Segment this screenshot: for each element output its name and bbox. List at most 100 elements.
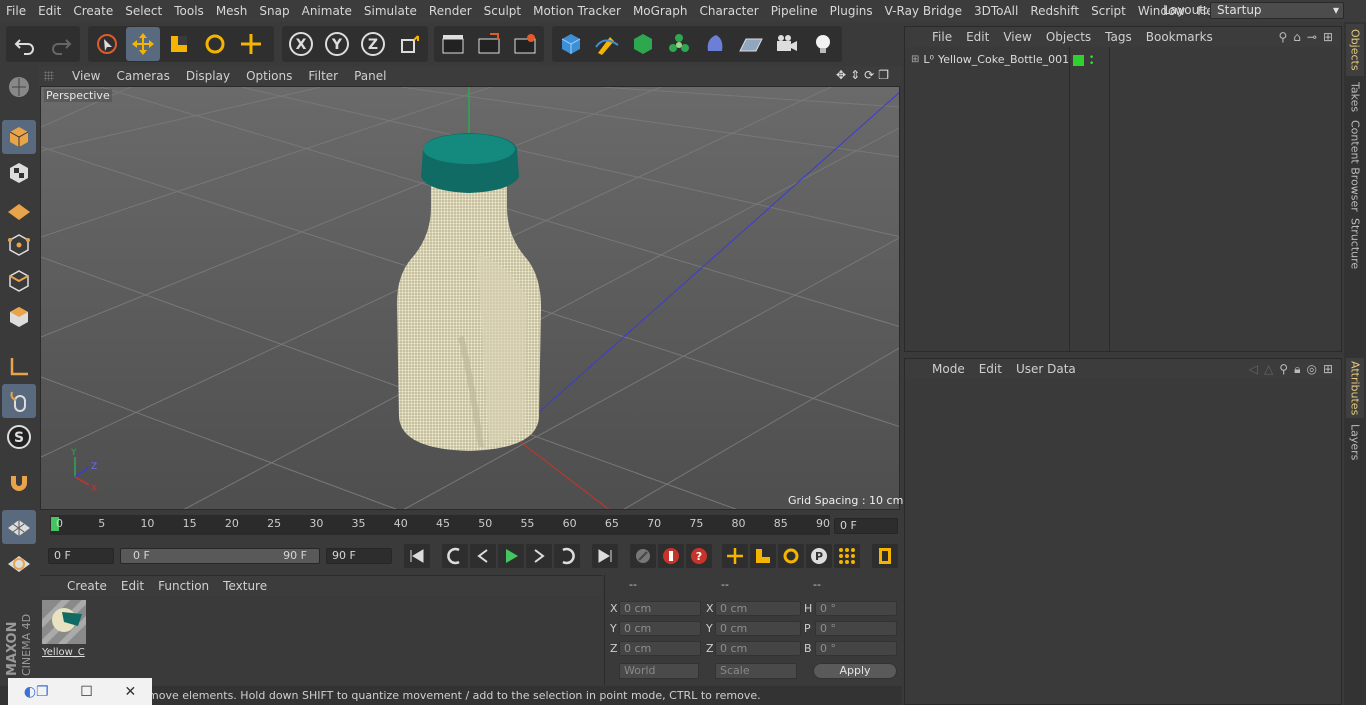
menu-edit[interactable]: Edit [32,4,67,18]
expand-icon[interactable]: ⊞ [911,54,919,65]
menu-mesh[interactable]: Mesh [210,4,254,18]
size-z-field[interactable]: 0 cm [715,641,801,656]
size-x-field[interactable]: 0 cm [715,601,801,616]
cube-primitive-icon[interactable] [554,27,588,61]
menu-select[interactable]: Select [119,4,168,18]
toggle-view-icon[interactable]: ❐ [878,68,889,84]
menu-sculpt[interactable]: Sculpt [478,4,527,18]
subdivision-surface-icon[interactable] [626,27,660,61]
menu-character[interactable]: Character [693,4,764,18]
object-menu-file[interactable]: File [925,30,959,44]
start-frame-field[interactable]: 0 F [48,548,114,564]
rot-b-field[interactable]: 0 ° [815,641,897,656]
rotate-tool-icon[interactable] [198,27,232,61]
undo-icon[interactable] [8,27,42,61]
lock-icon[interactable]: 🔒︎ [1294,362,1300,377]
viewport-menu-view[interactable]: View [64,69,108,83]
home-icon[interactable]: ⌂ [1293,30,1301,44]
object-menu-edit[interactable]: Edit [959,30,996,44]
tab-objects[interactable]: Objects [1346,24,1364,76]
camera-icon[interactable] [770,27,804,61]
tab-content-browser[interactable]: Content Browser [1346,120,1364,212]
object-menu-bookmarks[interactable]: Bookmarks [1139,30,1220,44]
timeline-ruler[interactable]: 0 5 10 15 20 25 30 35 40 45 50 55 60 65 70 75 80 85 90 [50,515,830,535]
coordinate-system-icon[interactable] [392,27,426,61]
pos-z-field[interactable]: 0 cm [619,641,701,656]
workplane-mode-icon[interactable] [2,192,36,226]
object-menu-view[interactable]: View [996,30,1038,44]
coordinate-space-select[interactable]: World [619,663,699,679]
menu-redshift[interactable]: Redshift [1024,4,1085,18]
next-key-icon[interactable] [554,544,580,568]
attribute-menu-edit[interactable]: Edit [972,362,1009,376]
pos-y-field[interactable]: 0 cm [619,621,701,636]
material-menu-texture[interactable]: Texture [216,579,274,593]
object-menu-objects[interactable]: Objects [1039,30,1098,44]
render-settings-icon[interactable] [508,27,542,61]
record-active-objects-icon[interactable] [658,544,684,568]
menu-motion-tracker[interactable]: Motion Tracker [527,4,627,18]
texture-mode-icon[interactable] [2,156,36,190]
menu-animate[interactable]: Animate [296,4,358,18]
material-menu-edit[interactable]: Edit [114,579,151,593]
model-mode-icon[interactable] [2,120,36,154]
x-axis-icon[interactable]: X [284,27,318,61]
zoom-view-icon[interactable]: ⇕ [850,68,860,84]
viewport-gripper[interactable] [44,70,54,84]
edges-mode-icon[interactable] [2,264,36,298]
new-window-icon[interactable]: ⊞ [1323,30,1333,44]
key-scale-icon[interactable] [750,544,776,568]
material-menu-create[interactable]: Create [60,579,114,593]
menu-mograph[interactable]: MoGraph [627,4,694,18]
previous-frame-icon[interactable] [470,544,496,568]
target-icon[interactable]: ◎ [1306,362,1316,377]
deformer-icon[interactable] [698,27,732,61]
search-icon[interactable]: ⚲ [1278,30,1287,44]
pen-spline-icon[interactable] [590,27,624,61]
menu-tools[interactable]: Tools [168,4,210,18]
timeline-window-icon[interactable] [872,544,898,568]
points-mode-icon[interactable] [2,228,36,262]
play-forward-icon[interactable] [498,544,524,568]
snapping-icon[interactable]: S [2,420,36,454]
viewport-menu-display[interactable]: Display [178,69,238,83]
object-row[interactable]: ⊞ L⁰ Yellow_Coke_Bottle_001 [911,53,1069,66]
pos-x-field[interactable]: 0 cm [619,601,701,616]
live-selection-icon[interactable] [90,27,124,61]
tweak-mode-icon[interactable] [2,384,36,418]
menu-create[interactable]: Create [67,4,119,18]
frame-range-slider[interactable]: 0 F 90 F [120,548,320,564]
pan-view-icon[interactable]: ✥ [836,68,846,84]
menu-plugins[interactable]: Plugins [824,4,879,18]
up-arrow-icon[interactable]: △ [1264,362,1273,377]
polygons-mode-icon[interactable] [2,300,36,334]
go-to-start-icon[interactable] [404,544,430,568]
material-menu-function[interactable]: Function [151,579,216,593]
object-name[interactable]: Yellow_Coke_Bottle_001 [938,53,1069,66]
floor-scene-icon[interactable] [734,27,768,61]
menu-snap[interactable]: Snap [253,4,295,18]
key-pla-icon[interactable] [834,544,860,568]
menu-3dtoall[interactable]: 3DToAll [968,4,1024,18]
locked-workplane-icon[interactable] [2,546,36,580]
z-axis-icon[interactable]: Z [356,27,390,61]
key-position-icon[interactable] [722,544,748,568]
attribute-menu-user-data[interactable]: User Data [1009,362,1083,376]
object-menu-tags[interactable]: Tags [1098,30,1139,44]
recent-tool-icon[interactable] [234,27,268,61]
menu-pipeline[interactable]: Pipeline [765,4,824,18]
new-window-icon[interactable]: ⊞ [1323,362,1333,377]
size-y-field[interactable]: 0 cm [715,621,801,636]
viewport-menu-cameras[interactable]: Cameras [108,69,177,83]
maximize-icon[interactable]: ☐ [80,684,93,700]
render-view-icon[interactable] [436,27,470,61]
menu-script[interactable]: Script [1085,4,1132,18]
axis-mode-icon[interactable] [2,350,36,384]
viewport-menu-filter[interactable]: Filter [300,69,346,83]
search-icon[interactable]: ⚲ [1279,362,1288,377]
collapse-icon[interactable]: ⊸ [1307,30,1317,44]
app-restore-icon[interactable]: ◐❐ [24,684,49,700]
rotate-view-icon[interactable]: ⟳ [864,68,874,84]
tab-takes[interactable]: Takes [1346,80,1364,114]
layout-select[interactable]: Startup [1210,2,1344,19]
